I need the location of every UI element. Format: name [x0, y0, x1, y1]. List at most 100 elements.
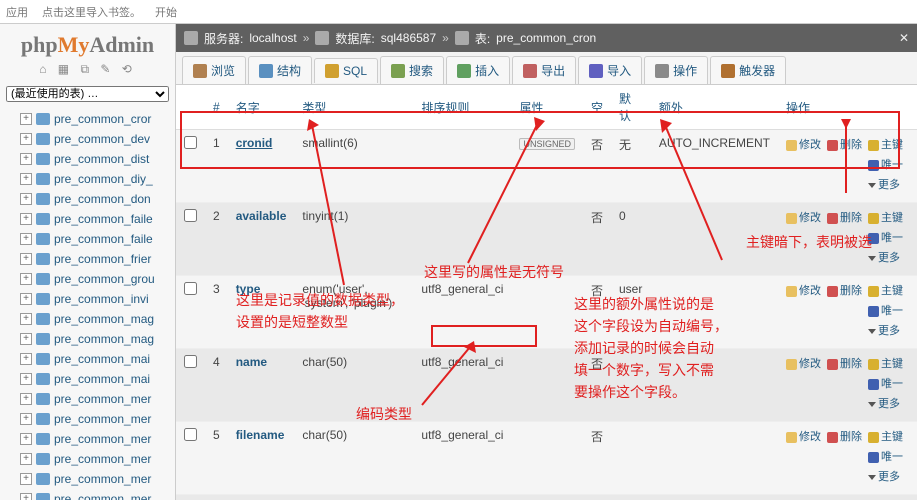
tab-import[interactable]: 导入	[578, 56, 642, 84]
col-header-extra[interactable]: 额外	[651, 85, 778, 130]
more-link[interactable]: 更多	[868, 325, 900, 337]
expand-icon[interactable]: +	[20, 493, 32, 500]
expand-icon[interactable]: +	[20, 173, 32, 185]
tree-table-item[interactable]: +pre_common_invi	[0, 289, 175, 309]
expand-icon[interactable]: +	[20, 353, 32, 365]
expand-icon[interactable]: +	[20, 113, 32, 125]
row-checkbox[interactable]	[184, 282, 197, 295]
tab-insert[interactable]: 插入	[446, 56, 510, 84]
expand-icon[interactable]: +	[20, 473, 32, 485]
col-header-type[interactable]: 类型	[294, 85, 413, 130]
col-header-name[interactable]: 名字	[228, 85, 295, 130]
tab-structure[interactable]: 结构	[248, 56, 312, 84]
edit-link[interactable]: 修改	[786, 285, 821, 297]
tab-export[interactable]: 导出	[512, 56, 576, 84]
more-link[interactable]: 更多	[868, 471, 900, 483]
expand-icon[interactable]: +	[20, 193, 32, 205]
expand-icon[interactable]: +	[20, 273, 32, 285]
primary-key-link[interactable]: 主键	[868, 139, 903, 151]
expand-icon[interactable]: +	[20, 233, 32, 245]
row-checkbox[interactable]	[184, 355, 197, 368]
tree-table-item[interactable]: +pre_common_cror	[0, 109, 175, 129]
column-name[interactable]: available	[228, 203, 295, 276]
drop-link[interactable]: 删除	[827, 212, 862, 224]
tree-table-item[interactable]: +pre_common_mer	[0, 429, 175, 449]
import-hint[interactable]: 点击这里导入书签。	[42, 4, 141, 20]
column-name[interactable]: filename	[228, 422, 295, 495]
apps-link[interactable]: 应用	[6, 4, 28, 20]
breadcrumb-db[interactable]: sql486587	[381, 31, 436, 45]
breadcrumb-table[interactable]: pre_common_cron	[496, 31, 596, 45]
edit-link[interactable]: 修改	[786, 431, 821, 443]
col-header-ops[interactable]: 操作	[778, 85, 917, 130]
drop-link[interactable]: 删除	[827, 431, 862, 443]
column-name[interactable]: cronid	[228, 130, 295, 203]
unique-link[interactable]: 唯一	[868, 451, 903, 463]
recent-tables-select[interactable]: (最近使用的表) …	[6, 86, 169, 102]
tree-table-item[interactable]: +pre_common_mer	[0, 469, 175, 489]
col-header-collation[interactable]: 排序规则	[413, 85, 511, 130]
edit-link[interactable]: 修改	[786, 212, 821, 224]
close-icon[interactable]: ✕	[899, 31, 909, 45]
expand-icon[interactable]: +	[20, 313, 32, 325]
row-checkbox[interactable]	[184, 209, 197, 222]
tree-table-item[interactable]: +pre_common_mag	[0, 309, 175, 329]
expand-icon[interactable]: +	[20, 153, 32, 165]
drop-link[interactable]: 删除	[827, 139, 862, 151]
tree-table-item[interactable]: +pre_common_mai	[0, 349, 175, 369]
expand-icon[interactable]: +	[20, 453, 32, 465]
tree-table-item[interactable]: +pre_common_mag	[0, 329, 175, 349]
expand-icon[interactable]: +	[20, 293, 32, 305]
unique-link[interactable]: 唯一	[868, 378, 903, 390]
unique-link[interactable]: 唯一	[868, 232, 903, 244]
unique-link[interactable]: 唯一	[868, 159, 903, 171]
tree-table-item[interactable]: +pre_common_mai	[0, 369, 175, 389]
expand-icon[interactable]: +	[20, 433, 32, 445]
tree-table-item[interactable]: +pre_common_frier	[0, 249, 175, 269]
expand-icon[interactable]: +	[20, 393, 32, 405]
row-checkbox[interactable]	[184, 428, 197, 441]
expand-icon[interactable]: +	[20, 333, 32, 345]
tree-table-item[interactable]: +pre_common_mer	[0, 449, 175, 469]
tab-triggers[interactable]: 触发器	[710, 56, 786, 84]
tree-table-item[interactable]: +pre_common_mer	[0, 489, 175, 500]
col-header-default[interactable]: 默认	[611, 85, 651, 130]
more-link[interactable]: 更多	[868, 398, 900, 410]
primary-key-link[interactable]: 主键	[868, 285, 903, 297]
tree-table-item[interactable]: +pre_common_diy_	[0, 169, 175, 189]
tree-table-item[interactable]: +pre_common_don	[0, 189, 175, 209]
column-name[interactable]: name	[228, 349, 295, 422]
more-link[interactable]: 更多	[868, 179, 900, 191]
primary-key-link[interactable]: 主键	[868, 358, 903, 370]
row-checkbox[interactable]	[184, 136, 197, 149]
tree-table-item[interactable]: +pre_common_grou	[0, 269, 175, 289]
expand-icon[interactable]: +	[20, 373, 32, 385]
db-tree[interactable]: +pre_common_cror+pre_common_dev+pre_comm…	[0, 105, 175, 500]
tab-search[interactable]: 搜索	[380, 56, 444, 84]
column-name[interactable]: lastrun	[228, 495, 295, 500]
more-link[interactable]: 更多	[868, 252, 900, 264]
expand-icon[interactable]: +	[20, 213, 32, 225]
tree-table-item[interactable]: +pre_common_dev	[0, 129, 175, 149]
col-header-null[interactable]: 空	[583, 85, 611, 130]
expand-icon[interactable]: +	[20, 133, 32, 145]
col-header-attr[interactable]: 属性	[511, 85, 583, 130]
tab-operations[interactable]: 操作	[644, 56, 708, 84]
expand-icon[interactable]: +	[20, 413, 32, 425]
col-header-num[interactable]: #	[205, 85, 228, 130]
tree-table-item[interactable]: +pre_common_dist	[0, 149, 175, 169]
tree-table-item[interactable]: +pre_common_mer	[0, 389, 175, 409]
breadcrumb-server[interactable]: localhost	[249, 31, 296, 45]
tree-table-item[interactable]: +pre_common_mer	[0, 409, 175, 429]
expand-icon[interactable]: +	[20, 253, 32, 265]
start-link[interactable]: 开始	[155, 4, 177, 20]
drop-link[interactable]: 删除	[827, 358, 862, 370]
drop-link[interactable]: 删除	[827, 285, 862, 297]
tree-table-item[interactable]: +pre_common_faile	[0, 229, 175, 249]
tab-browse[interactable]: 浏览	[182, 56, 246, 84]
sidebar-toolbar[interactable]: ⌂ ▦ ⧉ ✎ ⟲	[0, 62, 175, 83]
primary-key-link[interactable]: 主键	[868, 212, 903, 224]
unique-link[interactable]: 唯一	[868, 305, 903, 317]
tree-table-item[interactable]: +pre_common_faile	[0, 209, 175, 229]
tab-sql[interactable]: SQL	[314, 58, 378, 83]
